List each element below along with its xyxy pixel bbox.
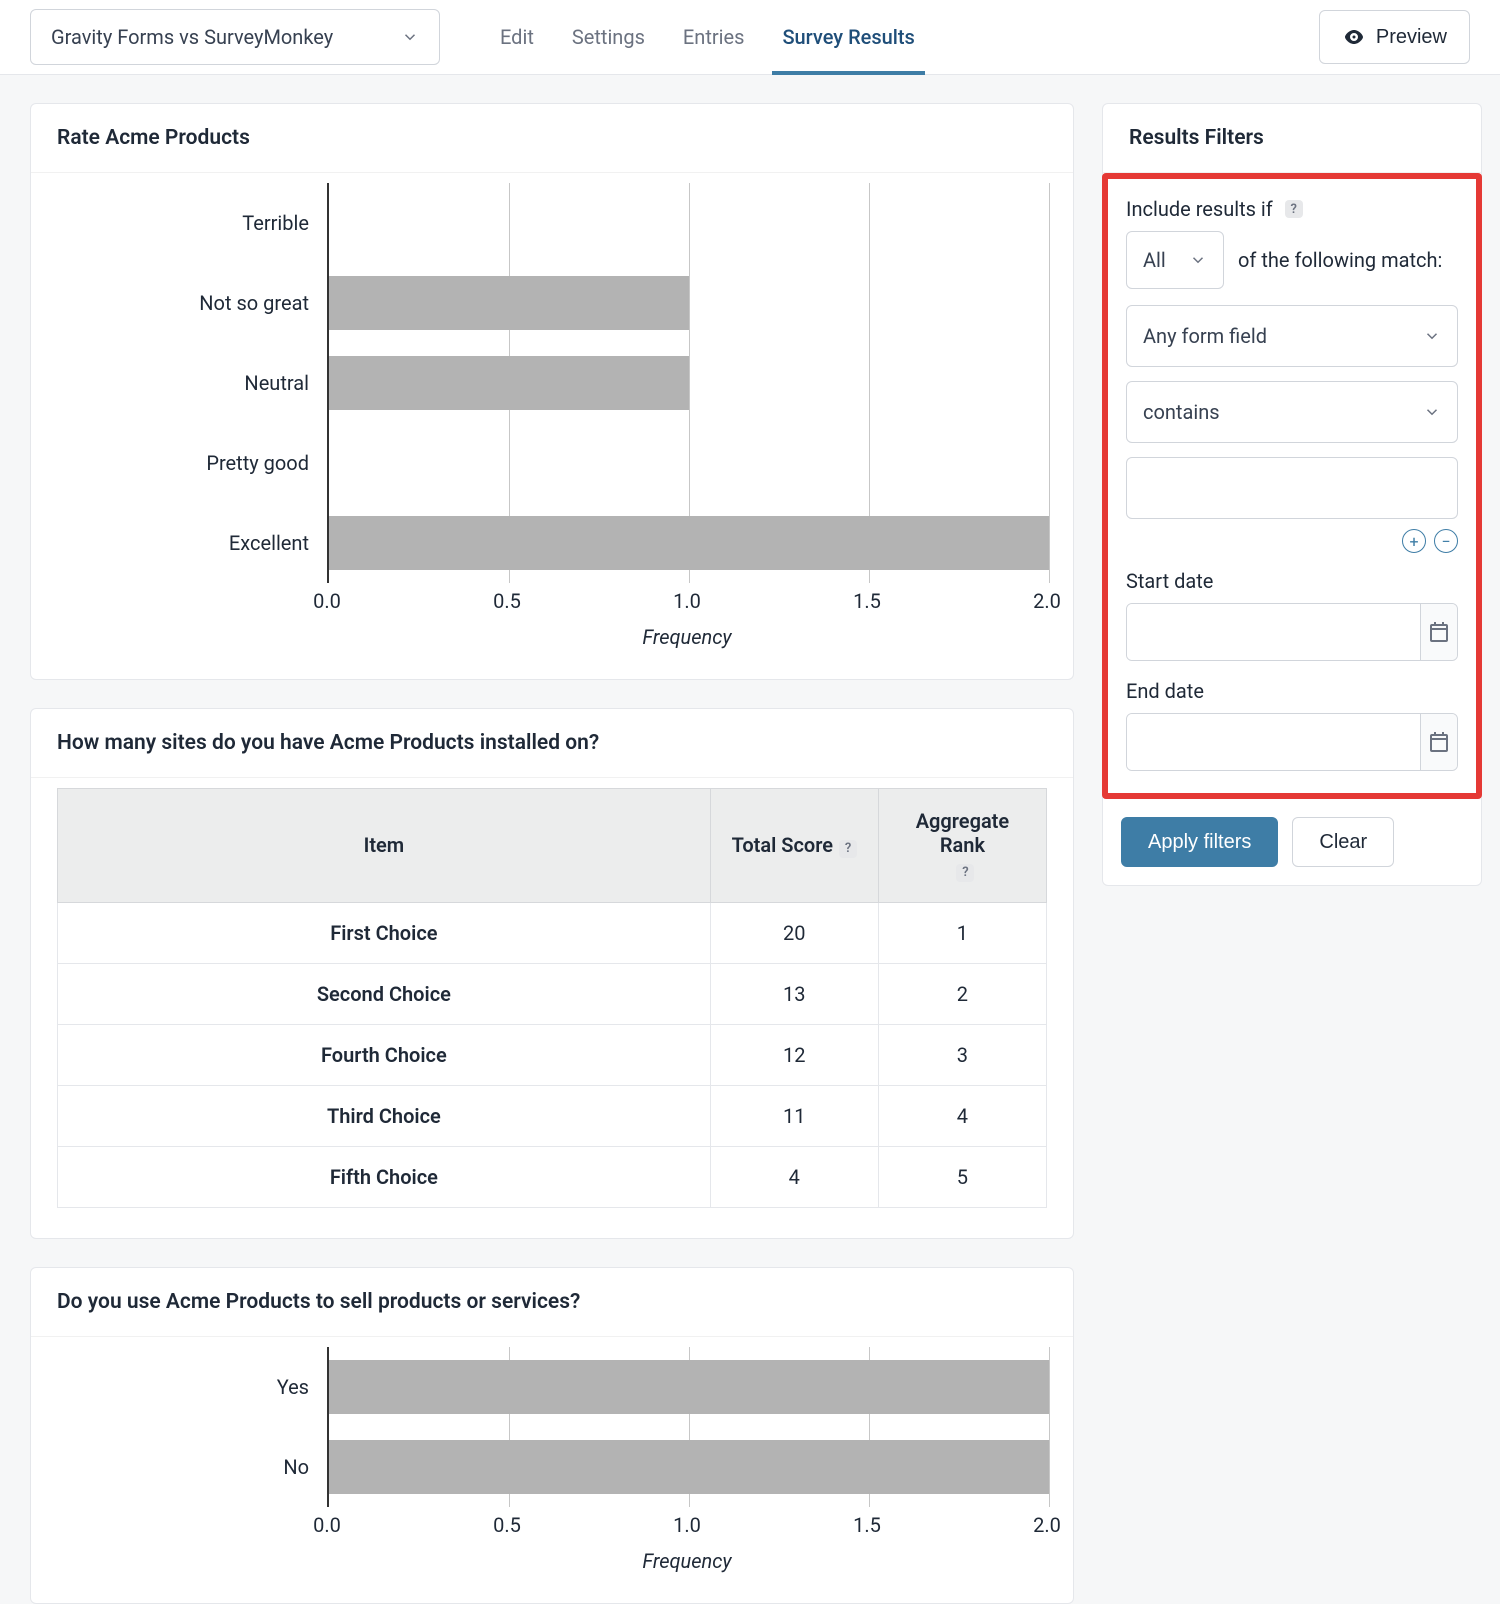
- tab-survey-results[interactable]: Survey Results: [782, 0, 914, 74]
- chart-category-label: Yes: [59, 1375, 309, 1399]
- cell-item: Fifth Choice: [58, 1146, 711, 1207]
- filter-value-input[interactable]: [1126, 457, 1458, 519]
- card-title: Do you use Acme Products to sell product…: [31, 1268, 1073, 1337]
- cell-aggregate-rank: 4: [878, 1085, 1046, 1146]
- help-icon[interactable]: ?: [956, 864, 974, 882]
- chevron-down-icon: [401, 28, 419, 46]
- chart-category-label: No: [59, 1455, 309, 1479]
- remove-condition-button[interactable]: −: [1434, 529, 1458, 553]
- chart-tick-label: 0.0: [313, 589, 341, 613]
- card-title: How many sites do you have Acme Products…: [31, 709, 1073, 778]
- cell-total-score: 11: [710, 1085, 878, 1146]
- start-date-input[interactable]: [1127, 604, 1420, 660]
- cell-item: Third Choice: [58, 1085, 711, 1146]
- chart-category-label: Terrible: [59, 211, 309, 235]
- chart-bar: [329, 1360, 1049, 1414]
- tab-settings[interactable]: Settings: [572, 0, 645, 74]
- chart-x-label: Frequency: [327, 625, 1047, 649]
- tab-edit[interactable]: Edit: [500, 0, 534, 74]
- chart-tick-label: 1.5: [853, 1513, 881, 1537]
- chart-x-label: Frequency: [327, 1549, 1047, 1573]
- card-title: Rate Acme Products: [31, 104, 1073, 173]
- filters-title: Results Filters: [1103, 104, 1481, 173]
- col-item: Item: [58, 789, 711, 903]
- chart-bar: [329, 276, 689, 330]
- chevron-down-icon: [1189, 251, 1207, 269]
- chart-bar: [329, 1440, 1049, 1494]
- chart-tick-label: 0.5: [493, 589, 521, 613]
- calendar-icon: [1427, 620, 1451, 644]
- cell-item: Fourth Choice: [58, 1024, 711, 1085]
- table-row: Fourth Choice123: [58, 1024, 1047, 1085]
- preview-button[interactable]: Preview: [1319, 10, 1470, 64]
- chart-tick-label: 1.0: [673, 589, 701, 613]
- chart-tick-label: 1.0: [673, 1513, 701, 1537]
- field-select[interactable]: Any form field: [1126, 305, 1458, 367]
- clear-filters-button[interactable]: Clear: [1292, 817, 1394, 867]
- table-row: Third Choice114: [58, 1085, 1047, 1146]
- chart-tick-label: 0.5: [493, 1513, 521, 1537]
- cell-aggregate-rank: 1: [878, 902, 1046, 963]
- chart-tick-label: 0.0: [313, 1513, 341, 1537]
- cell-aggregate-rank: 3: [878, 1024, 1046, 1085]
- chart-rate-products: Terrible Not so great Neutral Pretty good Ex…: [57, 183, 1047, 649]
- rank-table: Item Total Score? Aggregate Rank? First …: [57, 788, 1047, 1208]
- cell-total-score: 13: [710, 963, 878, 1024]
- start-date-label: Start date: [1126, 569, 1458, 593]
- calendar-icon: [1427, 730, 1451, 754]
- chart-bar: [329, 516, 1049, 570]
- card-rate-products: Rate Acme Products Terrible Not so great N…: [30, 103, 1074, 680]
- col-total-score: Total Score?: [710, 789, 878, 903]
- end-date-field: [1126, 713, 1458, 771]
- col-aggregate-rank: Aggregate Rank?: [878, 789, 1046, 903]
- chart-sell-products: YesNo0.00.51.01.52.0Frequency: [57, 1347, 1047, 1573]
- chart-tick-label: 2.0: [1033, 1513, 1061, 1537]
- cell-total-score: 20: [710, 902, 878, 963]
- help-icon[interactable]: ?: [839, 840, 857, 858]
- end-date-input[interactable]: [1127, 714, 1420, 770]
- chart-category-label: Not so great: [59, 291, 309, 315]
- chart-tick-label: 2.0: [1033, 589, 1061, 613]
- chevron-down-icon: [1423, 327, 1441, 345]
- operator-select[interactable]: contains: [1126, 381, 1458, 443]
- card-sites-installed: How many sites do you have Acme Products…: [30, 708, 1074, 1239]
- chart-category-label: Pretty good: [59, 451, 309, 475]
- chart-category-label: Neutral: [59, 371, 309, 395]
- eye-icon: [1342, 25, 1366, 49]
- end-date-picker-button[interactable]: [1420, 714, 1457, 770]
- form-selector[interactable]: Gravity Forms vs SurveyMonkey: [30, 9, 440, 65]
- apply-filters-button[interactable]: Apply filters: [1121, 817, 1278, 867]
- chart-bar: [329, 356, 689, 410]
- tabs: Edit Settings Entries Survey Results: [500, 0, 915, 74]
- table-row: Second Choice132: [58, 963, 1047, 1024]
- start-date-field: [1126, 603, 1458, 661]
- match-suffix-label: of the following match:: [1238, 248, 1442, 272]
- chart-category-label: Excellent: [59, 531, 309, 555]
- table-row: Fifth Choice45: [58, 1146, 1047, 1207]
- help-icon[interactable]: ?: [1285, 200, 1303, 218]
- card-sell-products: Do you use Acme Products to sell product…: [30, 1267, 1074, 1604]
- results-filters-panel: Results Filters Include results if ? All…: [1102, 103, 1482, 886]
- filters-highlight: Include results if ? All of the followin…: [1102, 173, 1482, 799]
- end-date-label: End date: [1126, 679, 1458, 703]
- add-condition-button[interactable]: +: [1402, 529, 1426, 553]
- chevron-down-icon: [1423, 403, 1441, 421]
- form-selector-label: Gravity Forms vs SurveyMonkey: [51, 25, 333, 49]
- cell-aggregate-rank: 5: [878, 1146, 1046, 1207]
- cell-item: Second Choice: [58, 963, 711, 1024]
- cell-total-score: 12: [710, 1024, 878, 1085]
- chart-tick-label: 1.5: [853, 589, 881, 613]
- table-row: First Choice201: [58, 902, 1047, 963]
- cell-item: First Choice: [58, 902, 711, 963]
- cell-total-score: 4: [710, 1146, 878, 1207]
- tab-entries[interactable]: Entries: [683, 0, 745, 74]
- include-results-label: Include results if ?: [1126, 197, 1458, 221]
- match-mode-select[interactable]: All: [1126, 231, 1224, 289]
- preview-label: Preview: [1376, 26, 1447, 49]
- start-date-picker-button[interactable]: [1420, 604, 1457, 660]
- cell-aggregate-rank: 2: [878, 963, 1046, 1024]
